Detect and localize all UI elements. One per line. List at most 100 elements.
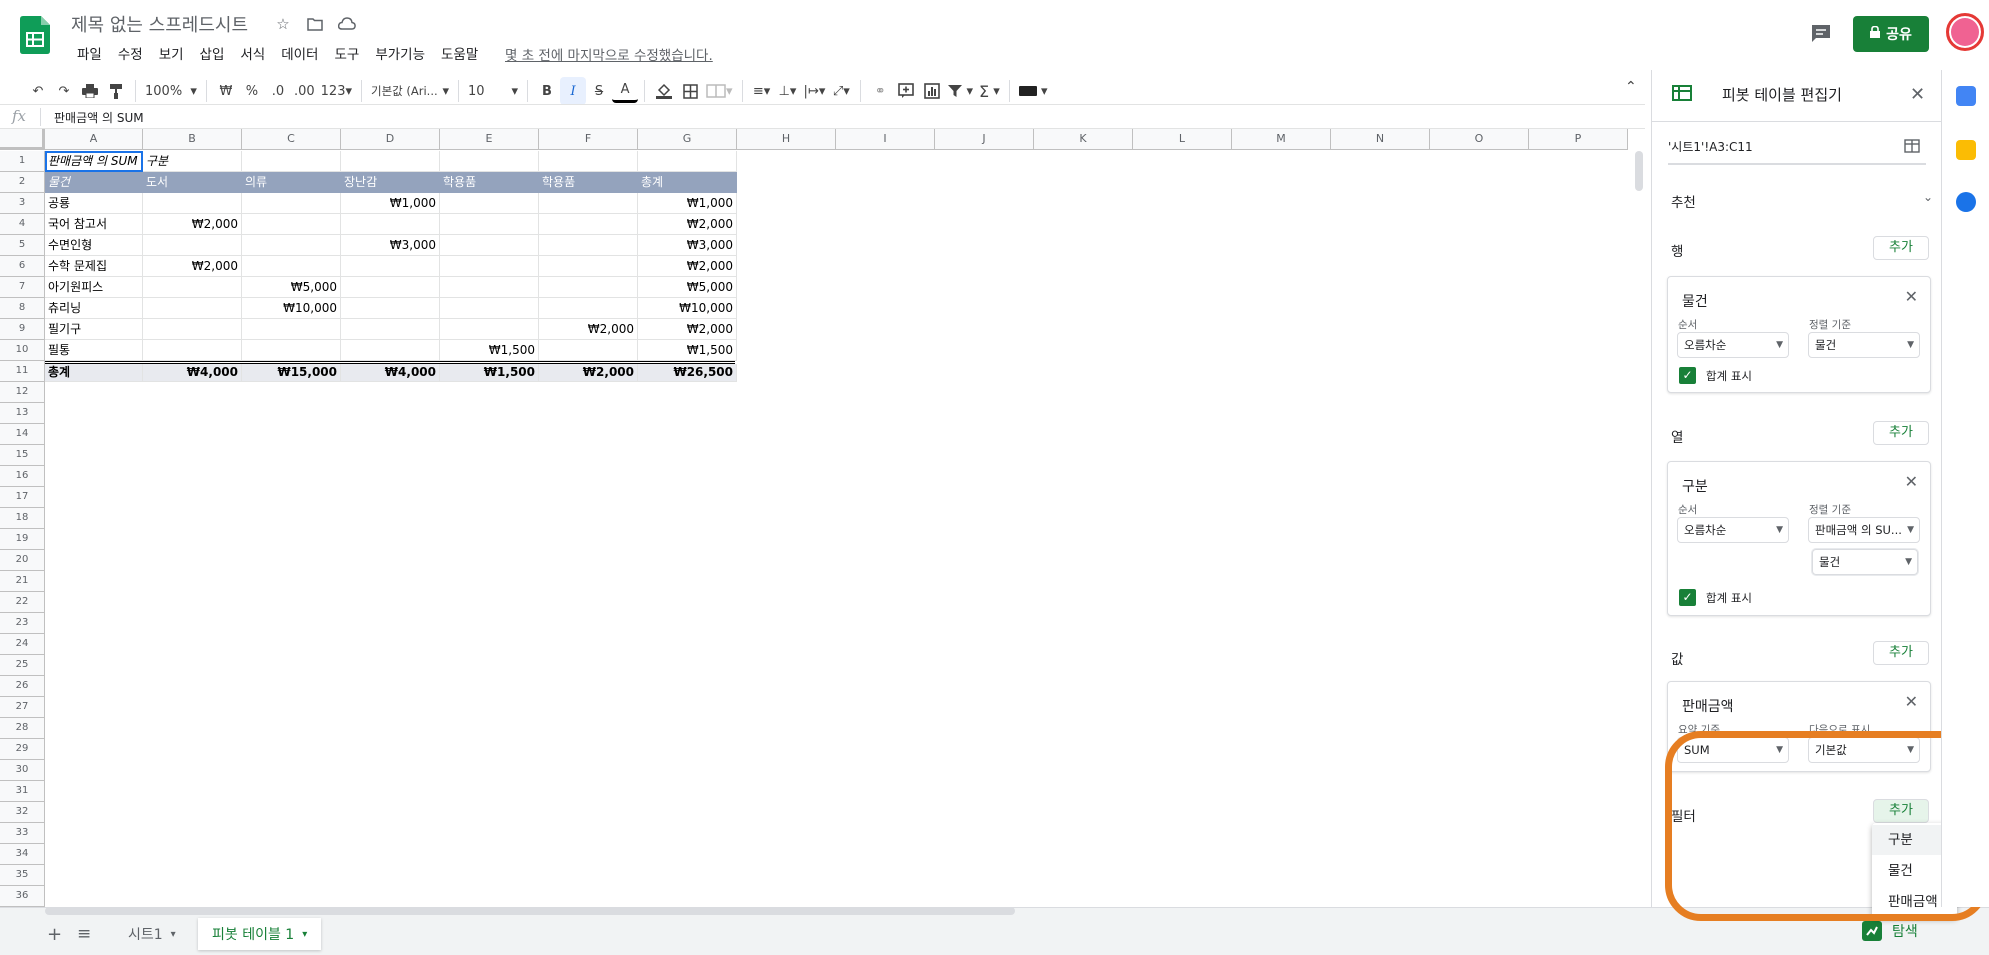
cell[interactable] xyxy=(242,235,341,256)
row-header[interactable]: 15 xyxy=(0,445,45,466)
cell[interactable] xyxy=(341,151,440,172)
cell[interactable]: 국어 참고서 xyxy=(45,214,143,235)
share-button[interactable]: 공유 xyxy=(1853,16,1929,52)
cell[interactable]: ₩2,000 xyxy=(539,319,638,340)
row-header[interactable]: 4 xyxy=(0,214,45,235)
row-header[interactable]: 9 xyxy=(0,319,45,340)
column-header[interactable]: G xyxy=(638,129,737,150)
rows-show-totals-checkbox[interactable]: ✓ xyxy=(1679,367,1696,384)
add-filter-button[interactable]: 추가 xyxy=(1873,799,1929,823)
cell[interactable] xyxy=(242,193,341,214)
horizontal-align-icon[interactable]: ≡▾ xyxy=(749,77,775,105)
cell[interactable] xyxy=(143,277,242,298)
column-header[interactable]: I xyxy=(836,129,935,150)
star-icon[interactable]: ☆ xyxy=(273,14,293,34)
cell[interactable]: ₩3,000 xyxy=(638,235,737,256)
row-header[interactable]: 18 xyxy=(0,508,45,529)
cell[interactable]: 수학 문제집 xyxy=(45,256,143,277)
cell[interactable]: 구분 xyxy=(143,151,242,172)
row-header[interactable]: 1 xyxy=(0,151,45,172)
cell[interactable]: ₩26,500 xyxy=(638,364,737,382)
add-sheet-icon[interactable]: + xyxy=(47,924,62,945)
sheet-tab-pivot[interactable]: 피봇 테이블 1 ▾ xyxy=(198,918,322,950)
horizontal-scrollbar[interactable] xyxy=(45,907,1015,915)
menu-format[interactable]: 서식 xyxy=(232,43,273,63)
last-edit-link[interactable]: 몇 초 전에 마지막으로 수정했습니다. xyxy=(505,44,713,64)
close-icon[interactable]: ✕ xyxy=(1905,287,1918,306)
comment-history-icon[interactable] xyxy=(1808,21,1834,45)
row-header[interactable]: 12 xyxy=(0,382,45,403)
column-header[interactable]: F xyxy=(539,129,638,150)
cell[interactable]: 물건 xyxy=(45,172,143,193)
cell[interactable]: ₩1,500 xyxy=(440,364,539,382)
row-header[interactable]: 29 xyxy=(0,739,45,760)
cell[interactable]: ₩2,000 xyxy=(143,256,242,277)
row-header[interactable]: 35 xyxy=(0,865,45,886)
row-header[interactable]: 20 xyxy=(0,550,45,571)
columns-sort-secondary-select[interactable]: 물건 ▼ xyxy=(1812,549,1918,575)
row-header[interactable]: 22 xyxy=(0,592,45,613)
row-header[interactable]: 34 xyxy=(0,844,45,865)
row-header[interactable]: 26 xyxy=(0,676,45,697)
sheet-tab-1[interactable]: 시트1 ▾ xyxy=(114,918,190,950)
cell[interactable]: ₩5,000 xyxy=(638,277,737,298)
row-header[interactable]: 8 xyxy=(0,298,45,319)
column-header[interactable]: K xyxy=(1034,129,1133,150)
column-header[interactable]: E xyxy=(440,129,539,150)
cell[interactable] xyxy=(143,235,242,256)
row-header[interactable]: 28 xyxy=(0,718,45,739)
menu-edit[interactable]: 수정 xyxy=(110,43,151,63)
cell[interactable]: ₩15,000 xyxy=(242,364,341,382)
cell[interactable] xyxy=(539,151,638,172)
fill-color-icon[interactable] xyxy=(651,77,677,105)
text-wrap-icon[interactable]: |↦▾ xyxy=(801,77,829,105)
functions-button[interactable]: Σ ▾ xyxy=(976,77,1003,105)
row-header[interactable]: 36 xyxy=(0,886,45,907)
add-row-button[interactable]: 추가 xyxy=(1873,236,1929,260)
row-header[interactable]: 21 xyxy=(0,571,45,592)
menu-view[interactable]: 보기 xyxy=(151,43,192,63)
select-all-corner[interactable] xyxy=(0,129,45,150)
font-select[interactable]: 기본값 (Ari... ▾ xyxy=(368,77,452,105)
explore-button[interactable]: 탐색 xyxy=(1862,921,1918,941)
rows-order-select[interactable]: 오름차순 ▼ xyxy=(1677,332,1789,358)
menu-file[interactable]: 파일 xyxy=(69,43,110,63)
cell[interactable] xyxy=(539,277,638,298)
cell[interactable]: ₩10,000 xyxy=(638,298,737,319)
cell[interactable]: 필통 xyxy=(45,340,143,361)
cell[interactable] xyxy=(440,235,539,256)
cell[interactable]: 총계 xyxy=(638,172,737,193)
column-header[interactable]: O xyxy=(1430,129,1529,150)
borders-icon[interactable] xyxy=(677,77,703,105)
cell[interactable]: 장난감 xyxy=(341,172,440,193)
row-header[interactable]: 16 xyxy=(0,466,45,487)
row-header[interactable]: 3 xyxy=(0,193,45,214)
cell[interactable]: ₩5,000 xyxy=(242,277,341,298)
paint-format-icon[interactable] xyxy=(103,77,129,105)
vertical-align-icon[interactable]: ⊥▾ xyxy=(775,77,801,105)
column-header[interactable]: N xyxy=(1331,129,1430,150)
row-header[interactable]: 25 xyxy=(0,655,45,676)
row-header[interactable]: 14 xyxy=(0,424,45,445)
column-header[interactable]: C xyxy=(242,129,341,150)
percent-format-button[interactable]: % xyxy=(239,77,265,105)
cell[interactable]: 도서 xyxy=(143,172,242,193)
cell[interactable] xyxy=(242,151,341,172)
cell[interactable]: ₩4,000 xyxy=(341,364,440,382)
cell[interactable]: 츄리닝 xyxy=(45,298,143,319)
cell[interactable] xyxy=(539,214,638,235)
undo-icon[interactable]: ↶ xyxy=(25,77,51,105)
cell[interactable] xyxy=(539,340,638,361)
cell[interactable]: ₩1,000 xyxy=(638,193,737,214)
cell[interactable]: ₩1,000 xyxy=(341,193,440,214)
insert-comment-icon[interactable] xyxy=(893,77,919,105)
decrease-decimal-button[interactable]: .0 xyxy=(265,77,291,105)
collapse-menu-icon[interactable]: ⌃ xyxy=(1625,79,1637,95)
insert-chart-icon[interactable] xyxy=(919,77,945,105)
cell[interactable] xyxy=(638,151,737,172)
cell[interactable] xyxy=(143,298,242,319)
cell[interactable] xyxy=(440,256,539,277)
menu-help[interactable]: 도움말 xyxy=(433,43,486,63)
cell[interactable] xyxy=(440,298,539,319)
more-formats-select[interactable]: 123 ▾ xyxy=(318,77,355,105)
